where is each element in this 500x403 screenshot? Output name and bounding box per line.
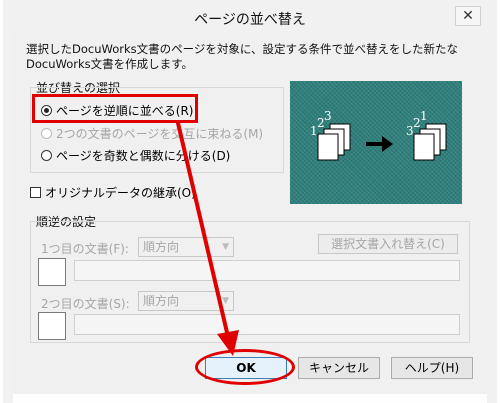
annotation-arrow	[176, 121, 239, 356]
